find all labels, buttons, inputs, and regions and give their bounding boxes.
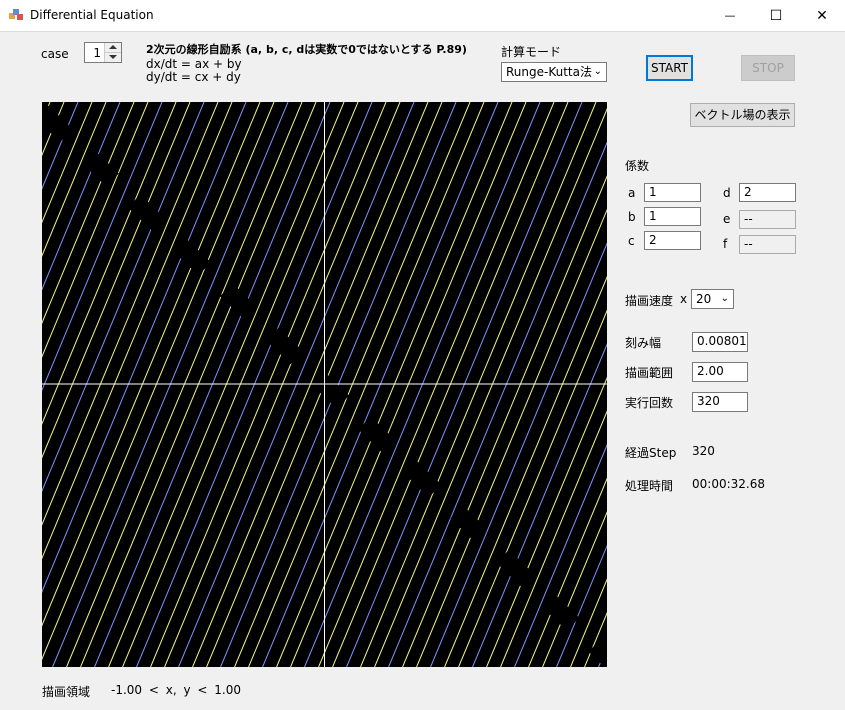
coef-a-input[interactable]: 1 xyxy=(644,183,701,202)
coef-c-input[interactable]: 2 xyxy=(644,231,701,250)
equation-line-1: dx/dt = ax + by xyxy=(146,57,242,71)
start-button[interactable]: START xyxy=(646,55,693,81)
iterations-input[interactable]: 320 xyxy=(692,392,748,412)
speed-prefix: x xyxy=(680,292,688,306)
minimize-button[interactable]: — xyxy=(707,0,753,31)
coefficients-label: 係数 xyxy=(625,159,650,173)
spin-down-icon[interactable] xyxy=(109,55,117,59)
phase-plot-canvas xyxy=(42,102,607,667)
maximize-button[interactable]: ☐ xyxy=(753,0,799,31)
speed-label: 描画速度 xyxy=(625,294,674,308)
processing-time-label: 処理時間 xyxy=(625,479,674,493)
mode-label: 計算モード xyxy=(501,45,562,59)
mode-select[interactable]: Runge-Kutta法 ⌄ xyxy=(501,62,607,82)
title-bar: Differential Equation — ☐ ✕ xyxy=(0,0,845,32)
case-spin-buttons[interactable] xyxy=(104,43,121,62)
step-width-input[interactable]: 0.00801 xyxy=(692,332,748,352)
phase-plot-svg xyxy=(42,102,607,667)
coef-e-input: -- xyxy=(739,210,796,229)
equation-line-2: dy/dt = cx + dy xyxy=(146,70,241,84)
region-range: -1.00 < x, y < 1.00 xyxy=(111,683,241,697)
elapsed-step-label: 経過Step xyxy=(625,446,677,460)
coef-d-label: d xyxy=(723,186,731,200)
draw-range-label: 描画範囲 xyxy=(625,366,674,380)
close-icon: ✕ xyxy=(816,7,828,24)
iterations-label: 実行回数 xyxy=(625,396,674,410)
step-width-label: 刻み幅 xyxy=(625,336,662,350)
spin-divider xyxy=(105,52,121,53)
region-label: 描画領域 xyxy=(42,685,91,699)
coef-d-input[interactable]: 2 xyxy=(739,183,796,202)
coef-b-input[interactable]: 1 xyxy=(644,207,701,226)
speed-selected: 20 xyxy=(696,292,712,306)
case-label: case xyxy=(41,47,69,61)
equation-title: 2次元の線形自励系 (a, b, c, dは実数で0ではないとする P.89) xyxy=(146,43,467,56)
case-stepper[interactable]: 1 xyxy=(84,42,122,63)
coef-e-label: e xyxy=(723,212,731,226)
coef-c-label: c xyxy=(628,234,635,248)
chevron-down-icon: ⌄ xyxy=(720,293,729,304)
draw-range-input[interactable]: 2.00 xyxy=(692,362,748,382)
chevron-down-icon: ⌄ xyxy=(593,66,602,77)
case-value: 1 xyxy=(93,46,101,60)
app-icon xyxy=(9,9,23,20)
maximize-icon: ☐ xyxy=(769,7,783,24)
minimize-icon: — xyxy=(724,9,736,22)
processing-time-value: 00:00:32.68 xyxy=(692,477,765,491)
coef-a-label: a xyxy=(628,186,636,200)
elapsed-step-value: 320 xyxy=(692,444,715,458)
mode-selected: Runge-Kutta法 xyxy=(506,65,592,79)
coef-f-label: f xyxy=(723,237,728,251)
close-button[interactable]: ✕ xyxy=(799,0,845,31)
speed-select[interactable]: 20 ⌄ xyxy=(691,289,734,309)
vector-field-button[interactable]: ベクトル場の表示 xyxy=(690,103,795,127)
coef-b-label: b xyxy=(628,210,636,224)
spin-up-icon[interactable] xyxy=(109,45,117,49)
stop-button[interactable]: STOP xyxy=(741,55,795,81)
window-title: Differential Equation xyxy=(30,8,154,22)
coef-f-input: -- xyxy=(739,235,796,254)
